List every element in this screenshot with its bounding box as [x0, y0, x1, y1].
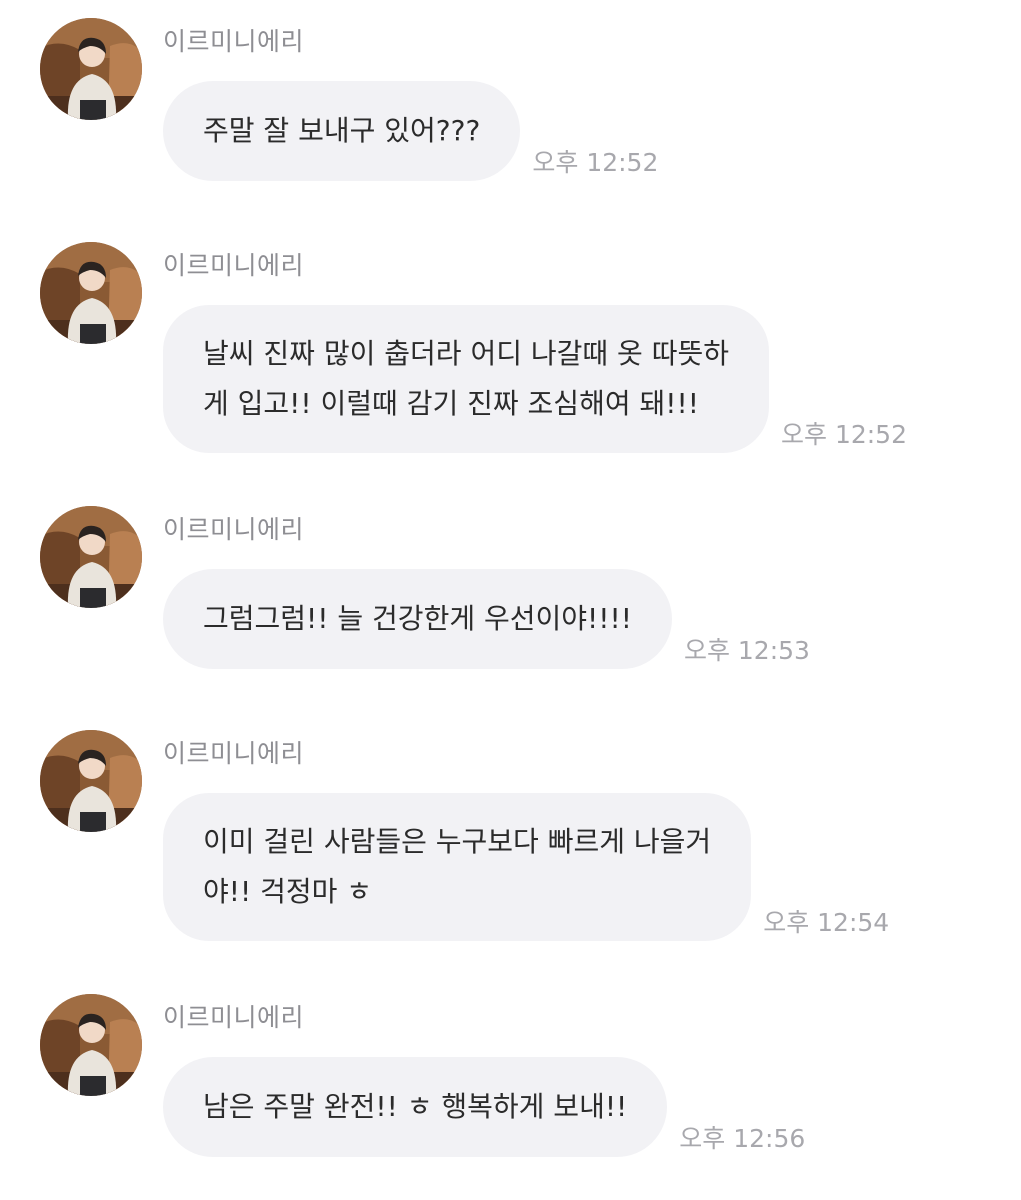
message-text: 그럼그럼!! 늘 건강한게 우선이야!!!! [203, 602, 632, 635]
message-bubble[interactable]: 이미 걸린 사람들은 누구보다 빠르게 나을거 야!! 걱정마 ㅎ [163, 793, 752, 941]
message-bubble[interactable]: 그럼그럼!! 늘 건강한게 우선이야!!!! [163, 569, 672, 669]
message-text: 야!! 걱정마 ㅎ [203, 875, 373, 908]
message-text: 이미 걸린 사람들은 누구보다 빠르게 나을거 [203, 825, 712, 858]
avatar[interactable] [40, 18, 142, 120]
message-row: 그럼그럼!! 늘 건강한게 우선이야!!!! 오후 12:53 [163, 569, 810, 669]
avatar[interactable] [40, 242, 142, 344]
message-bubble[interactable]: 날씨 진짜 많이 춥더라 어디 나갈때 옷 따뜻하 게 입고!! 이럴때 감기 … [163, 305, 769, 453]
sender-name: 이르미니에리 [163, 515, 305, 544]
message-bubble[interactable]: 주말 잘 보내구 있어??? [163, 81, 521, 181]
message-text: 주말 잘 보내구 있어??? [203, 114, 481, 147]
sender-name: 이르미니에리 [163, 27, 305, 56]
message-text: 남은 주말 완전!! ㅎ 행복하게 보내!! [203, 1090, 628, 1123]
message-text: 게 입고!! 이럴때 감기 진짜 조심해여 돼!!! [203, 387, 699, 420]
profile-photo-icon [40, 994, 142, 1096]
message-row: 남은 주말 완전!! ㅎ 행복하게 보내!! 오후 12:56 [163, 1057, 805, 1157]
avatar[interactable] [40, 994, 142, 1096]
sender-name: 이르미니에리 [163, 251, 305, 280]
message-bubble[interactable]: 남은 주말 완전!! ㅎ 행복하게 보내!! [163, 1057, 668, 1157]
profile-photo-icon [40, 242, 142, 344]
message-row: 주말 잘 보내구 있어??? 오후 12:52 [163, 81, 658, 181]
message-time: 오후 12:54 [763, 908, 890, 937]
sender-name: 이르미니에리 [163, 1003, 305, 1032]
message-time: 오후 12:52 [532, 148, 659, 177]
sender-name: 이르미니에리 [163, 739, 305, 768]
avatar[interactable] [40, 730, 142, 832]
avatar[interactable] [40, 506, 142, 608]
message-time: 오후 12:53 [683, 636, 810, 665]
profile-photo-icon [40, 18, 142, 120]
message-time: 오후 12:52 [781, 420, 907, 449]
message-time: 오후 12:56 [679, 1124, 806, 1153]
message-row: 날씨 진짜 많이 춥더라 어디 나갈때 옷 따뜻하 게 입고!! 이럴때 감기 … [163, 305, 907, 453]
profile-photo-icon [40, 506, 142, 608]
message-row: 이미 걸린 사람들은 누구보다 빠르게 나을거 야!! 걱정마 ㅎ 오후 12:… [163, 793, 889, 941]
message-text: 날씨 진짜 많이 춥더라 어디 나갈때 옷 따뜻하 [203, 337, 729, 370]
profile-photo-icon [40, 730, 142, 832]
